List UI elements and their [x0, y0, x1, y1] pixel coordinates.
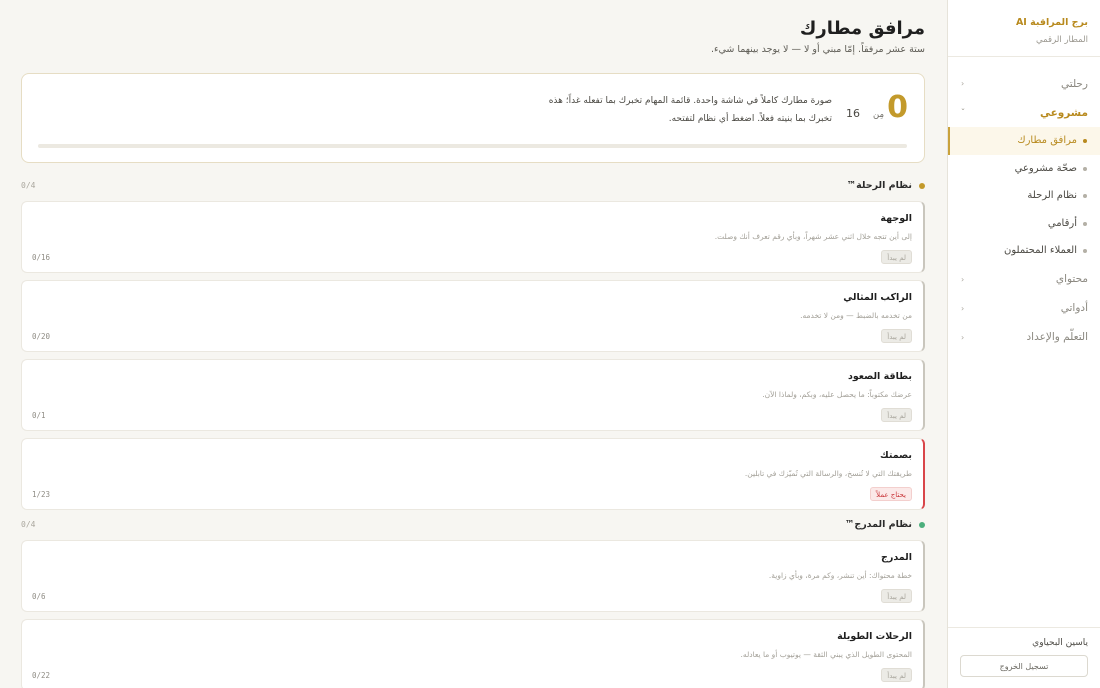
section-title: نظام الرحلة™ — [846, 180, 912, 191]
chevron-left-icon: ‹ — [961, 274, 965, 284]
bullet-icon — [1083, 139, 1087, 143]
nav-group-my-journey[interactable]: رحلتي ‹ — [948, 69, 1100, 98]
card-description: من تخدمه بالضبط — ومن لا تخدمه. — [800, 311, 912, 320]
card-count: 0/6 — [32, 592, 46, 601]
status-badge: لم يبدأ — [881, 250, 912, 264]
card-count: 0/20 — [32, 332, 51, 341]
bullet-icon — [1083, 249, 1087, 253]
card-count: 0/22 — [32, 671, 51, 680]
brand-title: برج المراقبة AI — [1015, 17, 1088, 28]
sidebar-item-project-health[interactable]: صحّة مشروعي — [948, 155, 1100, 183]
card-description: عرضك مكتوباً: ما يحصل عليه، وبكم، ولماذا… — [762, 390, 912, 399]
facility-card-destination[interactable]: الوجهة إلى أين تتجه خلال اثني عشر شهراً،… — [21, 201, 925, 273]
nav-group-learning-setup[interactable]: التعلّم والإعداد ‹ — [948, 323, 1100, 352]
card-count: 0/16 — [32, 253, 51, 262]
sidebar-item-airport-facilities[interactable]: مرافق مطارك — [948, 127, 1100, 155]
nav-group-label: مشروعي — [1039, 106, 1088, 119]
sidebar-item-label: العملاء المحتملون — [1004, 245, 1077, 257]
card-title: المدرج — [881, 552, 912, 563]
status-badge: لم يبدأ — [881, 668, 912, 682]
facility-card-runway[interactable]: المدرج خطة محتواك: أين تنشر، وكم مرة، وب… — [21, 540, 925, 612]
bullet-icon — [1083, 166, 1087, 171]
sidebar: برج المراقبة AI المطار الرقمي رحلتي ‹ مش… — [947, 0, 1100, 688]
sidebar-nav: رحلتي ‹ مشروعي ˇ مرافق مطارك صحّة مشروعي… — [948, 57, 1100, 352]
sidebar-item-label: نظام الرحلة — [1027, 190, 1077, 202]
card-description: المحتوى الطويل الذي يبني الثقة — يوتيوب … — [740, 650, 912, 659]
status-badge: لم يبدأ — [881, 408, 912, 422]
nav-group-my-content[interactable]: محتواي ‹ — [948, 265, 1100, 294]
chevron-left-icon: ‹ — [961, 303, 965, 313]
chevron-down-icon: ˇ — [961, 108, 965, 117]
total-count: 16 — [846, 107, 860, 120]
progress-summary-card: 0 مِن 16 صورة مطارك كاملاً في شاشة واحدة… — [21, 73, 925, 163]
progress-bar — [38, 144, 907, 148]
card-title: الوجهة — [880, 213, 912, 224]
brand-subtitle: المطار الرقمي — [1036, 35, 1088, 45]
page-title: مرافق مطارك — [799, 18, 925, 39]
nav-group-label: رحلتي — [1061, 77, 1088, 90]
summary-description-line: تخبرك بما بنيته فعلاً. اضغط أي نظام لتفت… — [668, 114, 832, 124]
summary-description-line: صورة مطارك كاملاً في شاشة واحدة. قائمة ا… — [548, 96, 832, 106]
nav-group-label: التعلّم والإعداد — [1026, 331, 1089, 343]
card-title: الراكب المثالي — [843, 292, 912, 303]
section-header-flight-system: نظام الرحلة™ 0/4 — [21, 180, 925, 194]
facility-card-long-flights[interactable]: الرحلات الطويلة المحتوى الطويل الذي يبني… — [21, 619, 925, 688]
completed-count: 0 — [887, 90, 908, 125]
section-count: 0/4 — [21, 520, 36, 529]
bullet-icon — [1083, 221, 1087, 226]
section-dot — [919, 183, 925, 189]
card-title: الرحلات الطويلة — [837, 631, 912, 642]
card-count: 1/23 — [32, 490, 51, 499]
section-dot — [919, 522, 925, 528]
chevron-left-icon: ‹ — [961, 332, 965, 342]
status-badge: لم يبدأ — [881, 329, 912, 343]
sidebar-item-flight-system[interactable]: نظام الرحلة — [948, 182, 1100, 210]
sidebar-footer: ياسين البحياوي تسجيل الخروج — [948, 627, 1100, 688]
card-description: خطة محتواك: أين تنشر، وكم مرة، وبأي زاوي… — [768, 571, 912, 580]
sidebar-item-my-numbers[interactable]: أرقامي — [948, 210, 1100, 238]
sidebar-item-leads[interactable]: العملاء المحتملون — [948, 237, 1100, 265]
section-count: 0/4 — [21, 181, 36, 190]
bullet-icon — [1083, 194, 1087, 198]
sidebar-item-label: مرافق مطارك — [1017, 135, 1077, 147]
of-label: مِن — [872, 110, 884, 120]
user-name: ياسين البحياوي — [1032, 638, 1088, 648]
brand: برج المراقبة AI المطار الرقمي — [948, 0, 1100, 57]
nav-group-my-project[interactable]: مشروعي ˇ — [948, 98, 1100, 127]
card-description: طريقتك التي لا تُنسخ، والرسالة التي تُمي… — [744, 469, 912, 478]
sidebar-item-label: أرقامي — [1047, 217, 1077, 229]
page-subtitle: ستة عشر مرفقاً. إمّا مبني أو لا — لا يوج… — [711, 44, 925, 55]
card-description: إلى أين تتجه خلال اثني عشر شهراً، وبأي ر… — [714, 232, 912, 241]
nav-group-label: محتواي — [1055, 273, 1088, 285]
facility-card-ideal-passenger[interactable]: الراكب المثالي من تخدمه بالضبط — ومن لا … — [21, 280, 925, 352]
card-count: 0/1 — [32, 411, 46, 420]
status-badge: لم يبدأ — [881, 589, 912, 603]
section-title: نظام المدرج™ — [844, 519, 912, 530]
nav-group-label: أدواتي — [1060, 302, 1088, 314]
status-badge: يحتاج عملاً — [870, 487, 912, 501]
main-content: مرافق مطارك ستة عشر مرفقاً. إمّا مبني أو… — [0, 0, 947, 688]
card-title: بطاقة الصعود — [847, 371, 912, 382]
logout-button[interactable]: تسجيل الخروج — [960, 655, 1088, 677]
summary-description: صورة مطارك كاملاً في شاشة واحدة. قائمة ا… — [512, 92, 832, 128]
facility-card-boarding-pass[interactable]: بطاقة الصعود عرضك مكتوباً: ما يحصل عليه،… — [21, 359, 925, 431]
chevron-left-icon: ‹ — [961, 79, 965, 88]
card-title: بصمتك — [879, 450, 912, 461]
section-header-runway-system: نظام المدرج™ 0/4 — [21, 519, 925, 533]
nav-group-my-tools[interactable]: أدواتي ‹ — [948, 294, 1100, 323]
sidebar-item-label: صحّة مشروعي — [1014, 162, 1077, 174]
facility-card-your-fingerprint[interactable]: بصمتك طريقتك التي لا تُنسخ، والرسالة الت… — [21, 438, 925, 510]
